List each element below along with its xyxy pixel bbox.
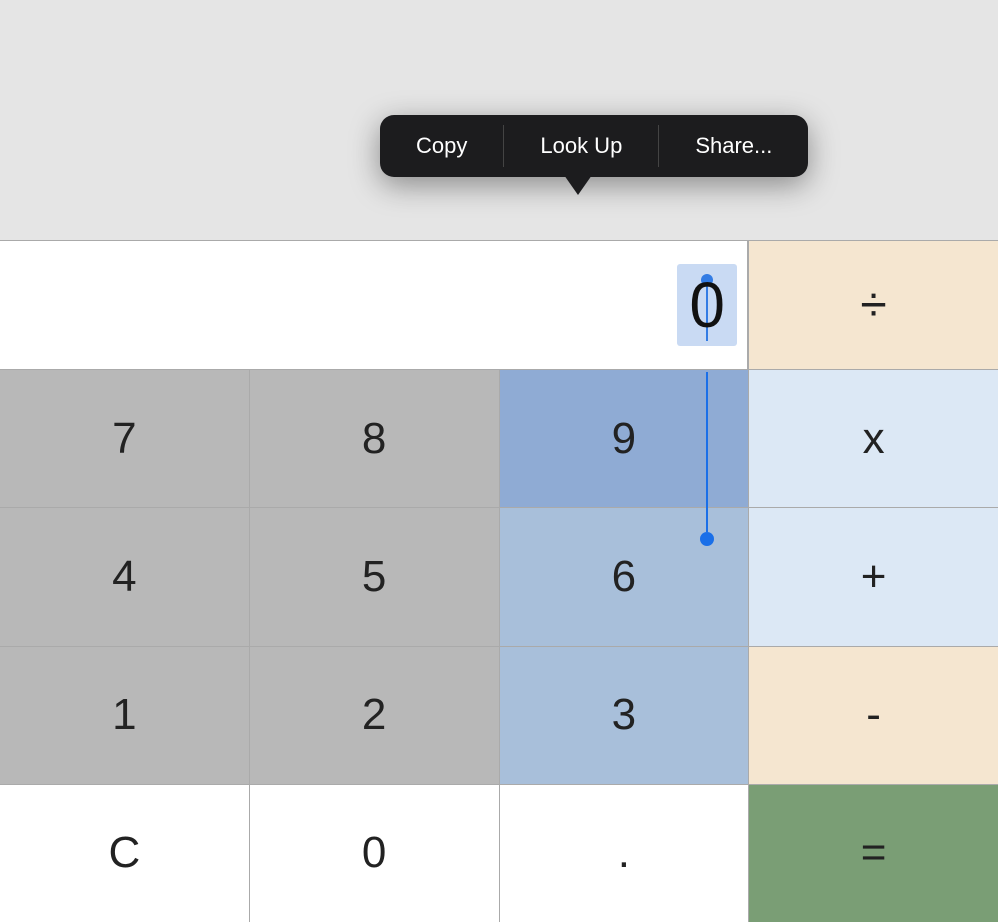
button-subtract[interactable]: - (749, 647, 998, 784)
context-menu-arrow (564, 175, 592, 195)
button-equals[interactable]: = (749, 785, 998, 922)
selection-highlight: 0 (677, 264, 737, 346)
cursor-dot-bottom (700, 532, 714, 546)
button-decimal[interactable]: . (500, 785, 750, 922)
display-selected: 0 (677, 264, 737, 346)
cursor-bottom (700, 372, 714, 546)
button-8[interactable]: 8 (250, 370, 500, 507)
button-5[interactable]: 5 (250, 508, 500, 645)
button-clear[interactable]: C (0, 785, 250, 922)
cursor-line-segment-bottom (706, 372, 709, 532)
display-main: 0 (0, 241, 748, 369)
button-4[interactable]: 4 (0, 508, 250, 645)
button-0[interactable]: 0 (250, 785, 500, 922)
display-value: 0 (689, 269, 725, 341)
button-row-3: 1 2 3 - (0, 647, 998, 785)
calculator: 0 ÷ 7 8 9 x 4 5 6 + 1 2 3 - C (0, 240, 998, 922)
context-menu-share[interactable]: Share... (659, 115, 808, 177)
button-1[interactable]: 1 (0, 647, 250, 784)
button-add[interactable]: + (749, 508, 998, 645)
button-row-4: C 0 . = (0, 785, 998, 922)
button-3[interactable]: 3 (500, 647, 750, 784)
context-menu-lookup[interactable]: Look Up (504, 115, 658, 177)
button-multiply[interactable]: x (749, 370, 998, 507)
button-row-1: 7 8 9 x (0, 370, 998, 508)
display-row: 0 ÷ (0, 240, 998, 370)
display-operator: ÷ (748, 241, 998, 369)
context-menu-copy[interactable]: Copy (380, 115, 503, 177)
context-menu: Copy Look Up Share... (380, 115, 808, 177)
button-7[interactable]: 7 (0, 370, 250, 507)
button-2[interactable]: 2 (250, 647, 500, 784)
operator-symbol: ÷ (860, 278, 886, 333)
button-row-2: 4 5 6 + (0, 508, 998, 646)
